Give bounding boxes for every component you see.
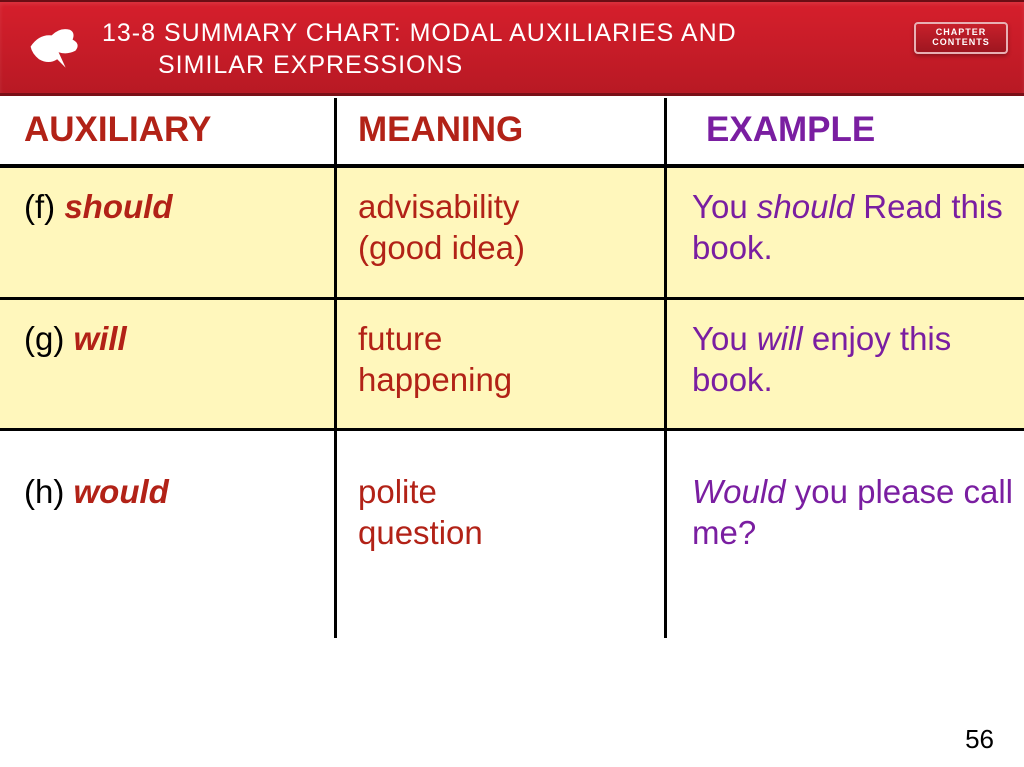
- col-header-meaning: MEANING: [334, 96, 664, 164]
- chapter-contents-button[interactable]: CHAPTER CONTENTS: [914, 22, 1008, 54]
- title-line-1: 13-8 SUMMARY CHART: MODAL AUXILIARIES AN…: [102, 18, 737, 49]
- chapter-btn-line2: CONTENTS: [932, 38, 990, 48]
- cell-meaning: advisability (good idea): [334, 168, 664, 297]
- cell-example: You should Read this book.: [664, 168, 1024, 297]
- table-row: (f) should advisability (good idea) You …: [0, 168, 1024, 300]
- table-header-row: AUXILIARY MEANING EXAMPLE: [0, 96, 1024, 168]
- cell-auxiliary: (h) would: [0, 431, 334, 614]
- cell-auxiliary: (g) will: [0, 300, 334, 429]
- bird-icon: [18, 13, 88, 83]
- table-row: (g) will future happening You will enjoy…: [0, 300, 1024, 432]
- cell-example: Would you please call me?: [664, 431, 1024, 614]
- column-separator: [334, 98, 337, 638]
- col-header-auxiliary: AUXILIARY: [0, 96, 334, 164]
- cell-meaning: polite question: [334, 431, 664, 614]
- col-header-example: EXAMPLE: [664, 96, 1024, 164]
- table-row: (h) would polite question Would you plea…: [0, 431, 1024, 614]
- modal-table: AUXILIARY MEANING EXAMPLE (f) should adv…: [0, 96, 1024, 614]
- cell-meaning: future happening: [334, 300, 664, 429]
- page-number: 56: [965, 724, 994, 755]
- column-separator: [664, 98, 667, 638]
- slide-title: 13-8 SUMMARY CHART: MODAL AUXILIARIES AN…: [102, 14, 737, 81]
- title-line-2: SIMILAR EXPRESSIONS: [102, 50, 737, 81]
- cell-example: You will enjoy this book.: [664, 300, 1024, 429]
- cell-auxiliary: (f) should: [0, 168, 334, 297]
- slide-header: 13-8 SUMMARY CHART: MODAL AUXILIARIES AN…: [0, 0, 1024, 96]
- slide-content: AUXILIARY MEANING EXAMPLE (f) should adv…: [0, 96, 1024, 767]
